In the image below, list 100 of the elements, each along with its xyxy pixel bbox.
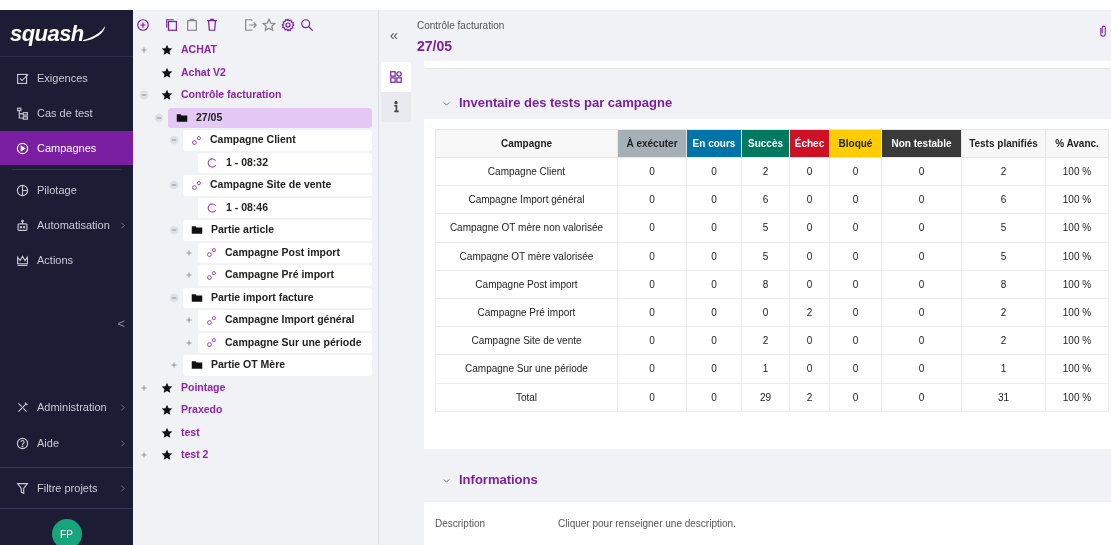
table-cell: 0 [617,383,687,412]
folder-icon [191,359,203,372]
side-tab[interactable] [381,92,411,122]
table-cell: 0 [617,157,687,186]
nav-item[interactable]: Aide [0,425,133,461]
column-header: En cours [686,129,742,158]
table-cell: 31 [961,383,1046,412]
column-header: Bloqué [829,129,882,158]
folder-icon [176,111,188,124]
nav-item[interactable]: Pilotage [0,173,133,207]
robot-icon [16,218,29,232]
table-cell: 0 [617,213,687,243]
collapse-icon[interactable] [169,225,179,236]
tree-node[interactable]: Campagne Post import [198,242,372,263]
tree-node[interactable]: Pointage [153,377,372,398]
tools-icon [16,400,29,414]
star-icon [161,404,173,417]
expand-icon[interactable] [184,270,194,281]
table-cell: 0 [789,270,830,299]
table-cell: 2 [961,157,1046,186]
nav-item[interactable]: Administration [0,389,133,425]
table-cell: 2 [789,383,830,412]
star-icon [161,449,173,462]
search-icon [300,18,314,32]
tree-node[interactable]: Campagne Import général [198,310,372,331]
table-cell: 0 [881,270,962,299]
dashboard-icon [389,70,403,84]
collapse-icon[interactable] [169,292,179,303]
table-cell: 100 % [1045,185,1109,214]
table-cell: 0 [617,354,687,383]
table-cell: 100 % [1045,298,1109,327]
table-cell: 0 [881,326,962,355]
tree-node[interactable]: ACHAT [153,40,372,61]
nav-item[interactable]: Filtre projets [0,468,133,508]
logo-text: squash [10,19,84,48]
table-cell: 0 [741,298,790,327]
tree-node[interactable]: Contrôle facturation [153,85,372,106]
table-cell: 1 [741,354,790,383]
expand-icon[interactable] [139,450,149,461]
nav-item[interactable]: Actions [0,243,133,277]
table-cell: 1 [961,354,1046,383]
tree-node[interactable]: Campagne Site de vente [183,175,372,196]
tree-node[interactable]: Partie article [183,220,372,241]
expand-icon[interactable] [139,45,149,56]
nav-item[interactable]: Automatisation [0,208,133,242]
tree-node[interactable]: Campagne Pré import [198,265,372,286]
collapse-toggle[interactable]: < [117,313,125,334]
refresh-icon [206,156,218,169]
trash-icon [205,18,219,32]
table-cell: 100 % [1045,354,1109,383]
nav-item[interactable]: Campagnes [0,131,133,165]
tree-node[interactable]: Campagne Client [183,130,372,151]
refresh-icon [206,201,218,214]
tree-node[interactable]: 1 - 08:32 [198,152,372,173]
side-tab[interactable] [381,62,411,92]
table-cell: 2 [741,157,790,186]
collapse-icon[interactable] [169,180,179,191]
tree-node[interactable]: Partie OT Mère [183,355,372,376]
table-cell: 0 [829,157,882,186]
tree-node[interactable]: Achat V2 [153,62,372,83]
table-cell: 100 % [1045,270,1109,299]
expand-icon[interactable] [169,360,179,371]
nav-item[interactable]: Cas de test [0,96,133,130]
add-circle-icon [136,18,150,32]
table-cell: 0 [789,354,830,383]
table-cell: Campagne Import général [435,185,618,214]
crown-icon [16,253,29,267]
table-cell: 0 [686,157,742,186]
table-cell: 6 [741,185,790,214]
collapse-icon[interactable] [154,112,164,123]
tree-node[interactable]: Praxedo [153,400,372,421]
tree-node[interactable]: test 2 [153,445,372,466]
tree-node[interactable]: 27/05 [168,107,372,128]
table-cell: 0 [686,354,742,383]
expand-icon[interactable] [184,315,194,326]
table-cell: 5 [741,242,790,271]
table-cell: 0 [686,326,742,355]
table-cell: 100 % [1045,157,1109,186]
table-cell: 100 % [1045,326,1109,355]
table-cell: 0 [829,383,882,412]
table-cell: 0 [829,213,882,243]
tree-node[interactable]: Partie import facture [183,287,372,308]
table-cell: 0 [686,242,742,271]
star-icon [161,66,173,79]
help-icon [16,436,29,450]
table-cell: 0 [686,298,742,327]
collapse-icon[interactable] [169,135,179,146]
collapse-icon[interactable] [139,90,149,101]
star-icon [161,44,173,57]
description-field[interactable]: Cliquer pour renseigner une description. [558,516,736,531]
tree-node[interactable]: 1 - 08:46 [198,197,372,218]
column-header: Non testable [881,129,962,158]
table-cell: 5 [961,213,1046,243]
table-cell: 0 [829,185,882,214]
column-header: Échec [789,129,830,158]
table-cell: 8 [961,270,1046,299]
nav-item[interactable]: Exigences [0,61,133,95]
tree-node[interactable]: Campagne Sur une période [198,332,372,353]
collapse-button[interactable]: « [379,24,409,47]
tree-node[interactable]: test [153,422,372,443]
